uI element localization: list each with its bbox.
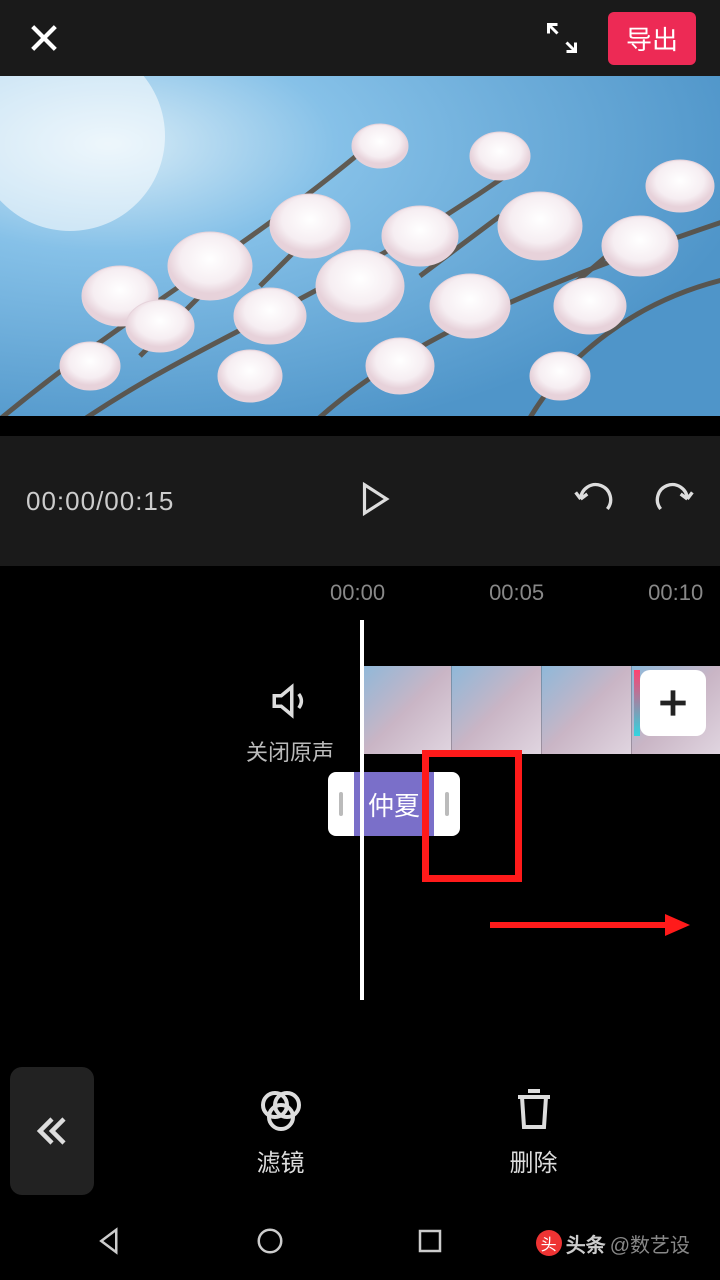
nav-recent-button[interactable]: [415, 1226, 445, 1261]
square-recent-icon: [415, 1226, 445, 1256]
watermark-icon: 头: [536, 1230, 562, 1256]
play-icon: [355, 480, 393, 518]
nav-back-button[interactable]: [95, 1226, 125, 1261]
export-button[interactable]: 导出: [608, 12, 696, 65]
annotation-highlight-box: [422, 750, 522, 882]
triangle-back-icon: [95, 1226, 125, 1256]
timeline-ruler[interactable]: 00:00 00:05 00:10: [0, 566, 720, 620]
video-editor-app: 导出: [0, 0, 720, 1280]
add-clip-button[interactable]: [640, 670, 706, 736]
undo-button[interactable]: [574, 482, 614, 521]
play-button[interactable]: [355, 480, 393, 523]
redo-icon: [654, 482, 694, 516]
filter-icon: [257, 1085, 305, 1133]
playback-controls: 00:00/00:15: [0, 436, 720, 566]
nav-home-button[interactable]: [255, 1226, 285, 1261]
clip-handle-left[interactable]: [328, 772, 354, 836]
mute-label: 关闭原声: [240, 735, 340, 767]
delete-label: 删除: [510, 1143, 558, 1178]
redo-button[interactable]: [654, 482, 694, 521]
fullscreen-icon: [544, 20, 580, 56]
bottom-toolbar: 滤镜 删除: [0, 1056, 720, 1206]
top-right-group: 导出: [544, 12, 696, 65]
delete-tool-button[interactable]: 删除: [510, 1085, 558, 1178]
annotation-arrow: [490, 910, 690, 945]
back-button[interactable]: [10, 1067, 94, 1195]
undo-icon: [574, 482, 614, 516]
video-preview[interactable]: [0, 76, 720, 416]
tool-buttons: 滤镜 删除: [94, 1085, 720, 1178]
filter-tool-button[interactable]: 滤镜: [257, 1085, 305, 1178]
clip-thumbnail: [542, 666, 632, 754]
timeline-area[interactable]: 关闭原声 仲夏: [0, 620, 720, 1040]
top-bar: 导出: [0, 0, 720, 76]
ruler-mark: 00:05: [489, 580, 544, 606]
ruler-mark: 00:00: [330, 580, 385, 606]
filter-label: 滤镜: [257, 1143, 305, 1178]
watermark-handle: @数艺设: [610, 1229, 690, 1258]
mute-original-sound-button[interactable]: 关闭原声: [240, 680, 340, 767]
close-icon: [27, 21, 61, 55]
watermark: 头 头条 @数艺设: [536, 1229, 690, 1258]
watermark-prefix: 头条: [566, 1229, 606, 1258]
clip-thumbnail: [362, 666, 452, 754]
speaker-icon: [269, 680, 311, 722]
playhead[interactable]: [360, 620, 364, 1000]
fullscreen-button[interactable]: [544, 20, 580, 56]
ruler-mark: 00:10: [648, 580, 703, 606]
system-nav-bar: 头 头条 @数艺设: [0, 1206, 720, 1280]
close-button[interactable]: [24, 18, 64, 58]
circle-home-icon: [255, 1226, 285, 1256]
chevron-double-left-icon: [34, 1113, 70, 1149]
plus-icon: [654, 684, 692, 722]
clip-thumbnail: [452, 666, 542, 754]
preview-frame-image: [0, 76, 720, 416]
undo-redo-group: [574, 482, 694, 521]
time-display: 00:00/00:15: [26, 486, 174, 517]
trash-icon: [510, 1085, 558, 1133]
